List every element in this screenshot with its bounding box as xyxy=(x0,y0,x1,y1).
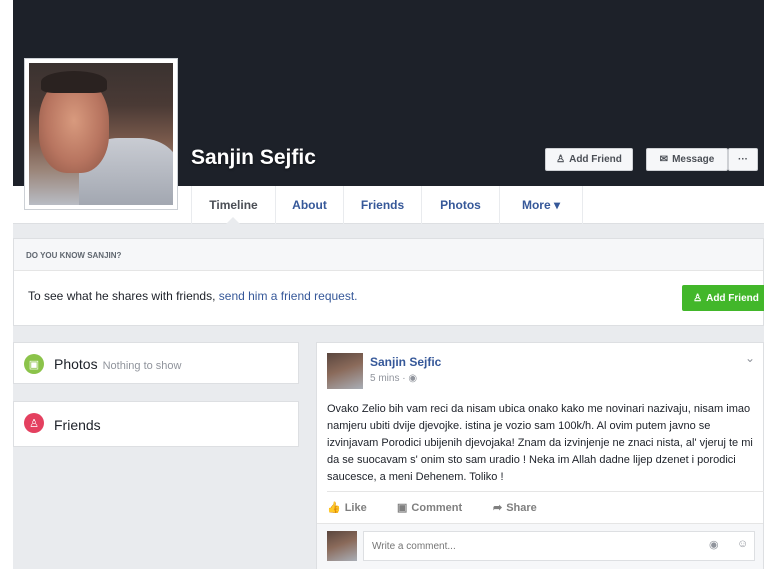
more-options-button[interactable]: ··· xyxy=(728,148,758,171)
thumbs-up-icon: 👍 xyxy=(327,502,341,514)
like-label: Like xyxy=(344,501,367,514)
post-timestamp[interactable]: 5 mins · ◉ xyxy=(370,373,417,384)
profile-photo-image xyxy=(29,63,173,205)
share-button[interactable]: ➦ Share xyxy=(493,501,537,515)
add-friend-label: Add Friend xyxy=(569,154,622,165)
share-label: Share xyxy=(506,501,537,514)
do-you-know-panel: DO YOU KNOW SANJIN? To see what he share… xyxy=(13,238,764,326)
more-options-label: ··· xyxy=(738,154,748,165)
comment-label: Comment xyxy=(411,501,463,514)
do-you-know-header: DO YOU KNOW SANJIN? xyxy=(14,239,763,271)
friends-icon: ♙ xyxy=(24,413,44,433)
photos-icon: ▣ xyxy=(24,354,44,374)
chevron-down-icon[interactable]: ⌄ xyxy=(745,351,755,365)
photos-card[interactable]: ▣ Photos Nothing to show xyxy=(13,342,299,384)
post-author-name[interactable]: Sanjin Sejfic xyxy=(370,355,441,369)
profile-name[interactable]: Sanjin Sejfic xyxy=(191,146,316,170)
tab-about[interactable]: About xyxy=(275,186,343,224)
commenter-avatar xyxy=(327,531,357,561)
add-friend-green-button[interactable]: ♙ Add Friend xyxy=(682,285,764,311)
message-label: Message xyxy=(672,154,715,165)
post-actions: 👍 Like ▣ Comment ➦ Share xyxy=(327,491,764,521)
post-author-avatar[interactable] xyxy=(327,353,363,389)
photos-title: Photos xyxy=(54,356,98,372)
do-you-know-text: To see what he shares with friends, send… xyxy=(28,289,358,303)
add-friend-green-label: Add Friend xyxy=(706,292,759,304)
add-user-icon: ♙ xyxy=(693,292,703,304)
comment-area: ◉ ☺ xyxy=(317,523,763,569)
photo-hair xyxy=(41,71,107,93)
comment-icon: ▣ xyxy=(397,502,408,514)
profile-picture[interactable] xyxy=(24,58,178,210)
photos-empty-label: Nothing to show xyxy=(102,360,182,372)
friends-title: Friends xyxy=(54,417,101,433)
comment-button[interactable]: ▣ Comment xyxy=(397,501,463,515)
photos-card-title: Photos Nothing to show xyxy=(54,356,181,372)
share-icon: ➦ xyxy=(493,502,503,514)
comment-input[interactable] xyxy=(363,531,755,561)
add-user-icon: ♙ xyxy=(556,154,566,165)
camera-icon[interactable]: ◉ xyxy=(709,538,719,551)
emoji-icon[interactable]: ☺ xyxy=(737,538,748,550)
tab-friends[interactable]: Friends xyxy=(343,186,421,224)
friends-card[interactable]: ♙ Friends xyxy=(13,401,299,447)
message-button[interactable]: ✉ Message xyxy=(646,148,728,171)
left-gutter xyxy=(0,0,13,569)
post-text: Ovako Zelio bih vam reci da nisam ubica … xyxy=(327,403,753,483)
add-friend-button[interactable]: ♙ Add Friend xyxy=(545,148,633,171)
do-you-know-prefix: To see what he shares with friends, xyxy=(28,289,219,303)
message-icon: ✉ xyxy=(659,154,669,165)
tab-photos[interactable]: Photos xyxy=(421,186,499,224)
active-tab-indicator xyxy=(225,217,241,225)
friend-request-link[interactable]: send him a friend request. xyxy=(219,289,358,303)
post-card: Sanjin Sejfic 5 mins · ◉ ⌄ Ovako Zelio b… xyxy=(316,342,764,569)
tab-more[interactable]: More ▾ xyxy=(499,186,583,224)
like-button[interactable]: 👍 Like xyxy=(327,501,367,515)
